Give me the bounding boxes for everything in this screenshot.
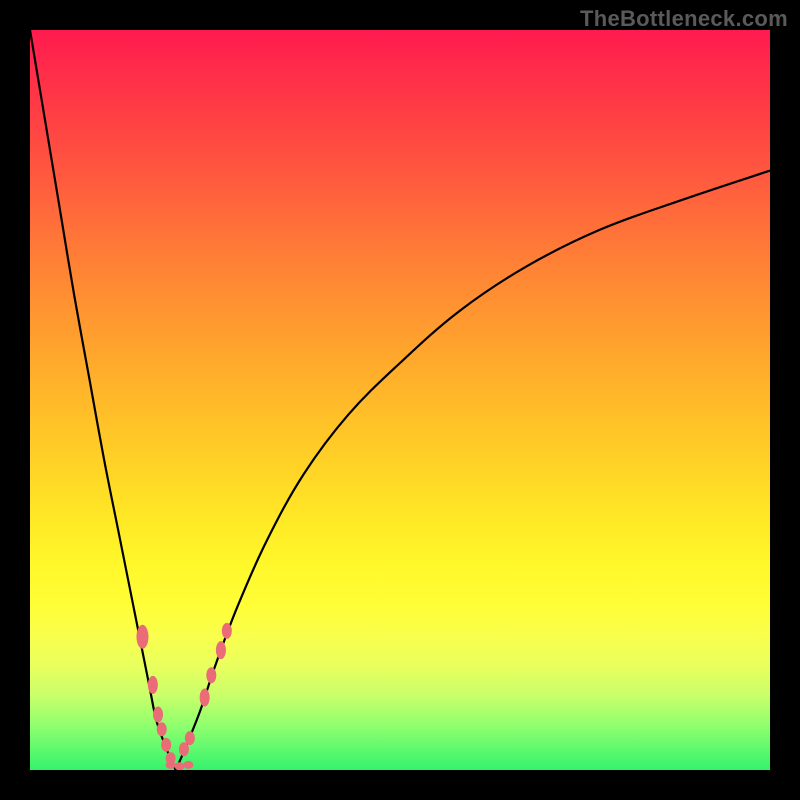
marker-left-1	[148, 676, 158, 694]
chart-frame: TheBottleneck.com	[0, 0, 800, 800]
marker-right-3	[206, 667, 216, 683]
marker-right-5	[222, 623, 232, 639]
marker-right-0	[179, 742, 189, 756]
marker-bottom-2	[183, 761, 193, 769]
marker-bottom-0	[166, 761, 176, 769]
marker-bottom-1	[174, 762, 184, 770]
marker-right-2	[200, 688, 210, 706]
marker-right-1	[185, 731, 195, 745]
marker-left-3	[157, 722, 167, 736]
plot-area	[30, 30, 770, 770]
marker-left-4	[161, 738, 171, 752]
marker-right-4	[216, 641, 226, 659]
marker-left-0	[136, 625, 148, 649]
left-curve	[30, 30, 176, 770]
right-curve	[176, 171, 770, 770]
chart-svg	[30, 30, 770, 770]
watermark-text: TheBottleneck.com	[580, 6, 788, 32]
marker-left-2	[153, 707, 163, 723]
